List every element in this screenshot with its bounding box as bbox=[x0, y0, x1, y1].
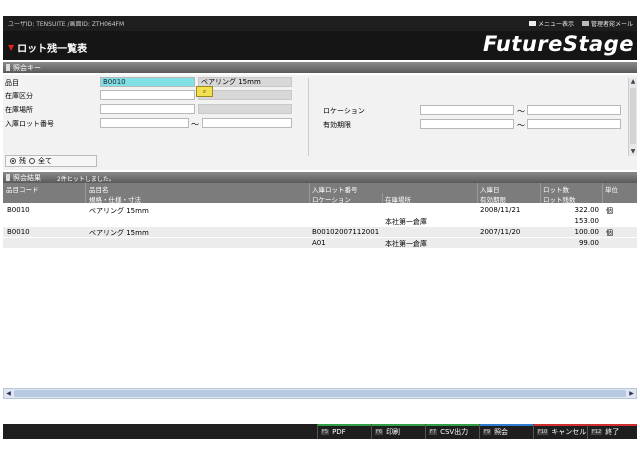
search-lookup-icon[interactable]: ⌕ bbox=[196, 86, 213, 97]
key-accent bbox=[318, 424, 371, 426]
column-header[interactable]: 在庫場所 bbox=[385, 194, 411, 204]
scroll-left-icon[interactable]: ◀ bbox=[4, 389, 13, 398]
radio-remain[interactable] bbox=[10, 158, 16, 164]
table-horizontal-scrollbar[interactable]: ◀ ▶ bbox=[3, 388, 637, 399]
form-vertical-scrollbar[interactable]: ▲ ▼ bbox=[628, 78, 637, 156]
location-input[interactable] bbox=[100, 104, 195, 114]
table-header-row: 品目コード 品目名 入庫ロット番号 入庫日 ロット数 単位 bbox=[3, 183, 637, 194]
section-marker-icon bbox=[6, 64, 10, 71]
app-window: ユーザID: TENSUITE /画面ID: ZTH064FM メニュー表示 管… bbox=[3, 16, 637, 439]
expiry-to-input[interactable] bbox=[527, 119, 621, 129]
csv-export-button[interactable]: F7 CSV出力 bbox=[425, 424, 479, 439]
rocation-from-input[interactable] bbox=[420, 105, 514, 115]
user-info: ユーザID: TENSUITE /画面ID: ZTH064FM bbox=[8, 21, 125, 28]
page-header: ▼ ロット残一覧表 FutureStage bbox=[3, 31, 637, 60]
key-accent bbox=[534, 424, 587, 426]
mail-square-icon bbox=[581, 21, 589, 26]
column-header[interactable]: ロット残数 bbox=[543, 194, 576, 204]
search-section-header: 照会キー bbox=[3, 62, 637, 73]
expiry-label: 有効期限 bbox=[323, 121, 351, 129]
location-label: 在庫場所 bbox=[5, 106, 33, 114]
expiry-from-input[interactable] bbox=[420, 119, 514, 129]
menu-square-icon bbox=[528, 21, 536, 26]
function-key-bar: F5 PDF F6 印刷 F7 CSV出力 F9 照会 F10 キャンセル F12 終了 bbox=[3, 424, 637, 439]
table-row[interactable]: B0010 ベアリング 15mm 2008/11/21 322.00 個 bbox=[3, 205, 637, 215]
future-stage-logo: FutureStage bbox=[483, 32, 634, 56]
table-row[interactable]: A01 本社第一倉庫 99.00 bbox=[3, 238, 637, 248]
scroll-thumb[interactable] bbox=[630, 88, 636, 144]
scroll-up-icon[interactable]: ▲ bbox=[629, 78, 637, 86]
column-header[interactable]: ロケーション bbox=[312, 194, 351, 204]
remain-filter-radio-group: 残 全て bbox=[5, 155, 97, 167]
column-header[interactable]: 規格・仕様・寸法 bbox=[89, 194, 141, 204]
menu-link[interactable]: メニュー表示 bbox=[528, 19, 574, 28]
table-header-row: 規格・仕様・寸法 ロケーション 在庫場所 有効期限 ロット残数 bbox=[3, 193, 637, 204]
scroll-thumb[interactable] bbox=[14, 390, 626, 397]
radio-all[interactable] bbox=[29, 158, 35, 164]
key-accent bbox=[588, 424, 637, 426]
key-accent bbox=[372, 424, 425, 426]
scroll-down-icon[interactable]: ▼ bbox=[629, 148, 637, 156]
section-marker-icon bbox=[6, 174, 10, 181]
table-row[interactable]: 本社第一倉庫 153.00 bbox=[3, 216, 637, 226]
results-count-message: 2件ヒットしました。 bbox=[57, 176, 115, 183]
pdf-button[interactable]: F5 PDF bbox=[317, 424, 371, 439]
cancel-button[interactable]: F10 キャンセル bbox=[533, 424, 587, 439]
item-label: 品目 bbox=[5, 79, 19, 87]
lot-from-input[interactable] bbox=[100, 118, 189, 128]
form-divider bbox=[308, 78, 309, 156]
top-links: メニュー表示 管理者宛メール bbox=[528, 19, 633, 28]
admin-mail-link[interactable]: 管理者宛メール bbox=[581, 19, 633, 28]
location-name-field bbox=[198, 104, 292, 114]
results-section-header: 照会結果 2件ヒットしました。 bbox=[3, 172, 637, 183]
search-button[interactable]: F9 照会 bbox=[479, 424, 533, 439]
search-form: 品目 B0010 ベアリング 15mm 在庫区分 在庫場所 入庫ロット番号 ～ … bbox=[3, 75, 637, 170]
rocation-to-input[interactable] bbox=[527, 105, 621, 115]
key-accent bbox=[426, 424, 479, 426]
column-header[interactable]: 有効期限 bbox=[480, 194, 506, 204]
table-row[interactable]: B0010 ベアリング 15mm B00102007112001 2007/11… bbox=[3, 227, 637, 237]
triangle-icon: ▼ bbox=[8, 43, 15, 52]
lot-number-label: 入庫ロット番号 bbox=[5, 120, 54, 128]
range-tilde: ～ bbox=[517, 121, 525, 130]
range-tilde: ～ bbox=[517, 107, 525, 116]
stock-type-label: 在庫区分 bbox=[5, 92, 33, 100]
page-title: ▼ ロット残一覧表 bbox=[8, 43, 88, 55]
key-accent bbox=[480, 424, 533, 426]
rocation-label: ロケーション bbox=[323, 107, 365, 115]
item-code-input[interactable]: B0010 bbox=[100, 77, 195, 87]
scroll-right-icon[interactable]: ▶ bbox=[627, 389, 636, 398]
top-bar: ユーザID: TENSUITE /画面ID: ZTH064FM メニュー表示 管… bbox=[3, 16, 637, 31]
print-button[interactable]: F6 印刷 bbox=[371, 424, 425, 439]
range-tilde: ～ bbox=[191, 120, 199, 129]
stock-type-input[interactable] bbox=[100, 90, 195, 100]
exit-button[interactable]: F12 終了 bbox=[587, 424, 637, 439]
lot-to-input[interactable] bbox=[202, 118, 292, 128]
